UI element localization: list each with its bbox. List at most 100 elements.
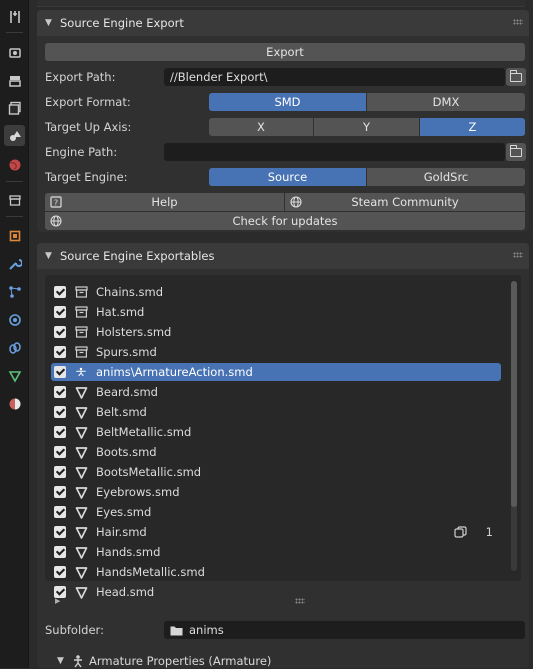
export-checkbox[interactable] [54, 366, 66, 378]
target-engine-label: Target Engine: [45, 170, 128, 184]
check-updates-button[interactable]: Check for updates [45, 212, 525, 230]
mesh-icon [74, 445, 88, 459]
export-panel-title: Source Engine Export [60, 16, 184, 30]
modifier-icon[interactable] [4, 253, 25, 274]
exportable-item[interactable]: Hands.smd [51, 543, 501, 561]
mesh-icon [74, 505, 88, 519]
armature-icon [74, 365, 88, 379]
properties-editor: ▼ Source Engine Export Export Export Pat… [29, 0, 533, 668]
help-button[interactable]: ? Help [45, 193, 284, 211]
mesh-icon [74, 545, 88, 559]
export-checkbox[interactable] [54, 426, 66, 438]
steam-community-button[interactable]: Steam Community [285, 193, 525, 211]
exportable-item-name: Hair.smd [96, 525, 147, 539]
axis-z-button[interactable]: Z [420, 118, 525, 136]
export-checkbox[interactable] [54, 466, 66, 478]
export-checkbox[interactable] [54, 486, 66, 498]
exportable-item[interactable]: Hat.smd [51, 303, 501, 321]
export-format-label: Export Format: [45, 95, 131, 109]
constraints-icon[interactable] [4, 337, 25, 358]
mesh-icon [74, 525, 88, 539]
physics-icon[interactable] [4, 309, 25, 330]
exportable-item[interactable]: Boots.smd [51, 443, 501, 461]
export-checkbox[interactable] [54, 386, 66, 398]
exportable-item[interactable]: BeltMetallic.smd [51, 423, 501, 441]
armature-icon [74, 655, 82, 668]
collection-icon [74, 305, 88, 319]
exportable-item[interactable]: Spurs.smd [51, 343, 501, 361]
mesh-icon [74, 385, 88, 399]
exportable-item[interactable]: Belt.smd [51, 403, 501, 421]
globe-icon [49, 214, 63, 228]
exportable-item[interactable]: Head.smd [51, 583, 501, 601]
exportable-item-name: Holsters.smd [96, 325, 172, 339]
exportable-item-name: Belt.smd [96, 405, 147, 419]
export-checkbox[interactable] [54, 306, 66, 318]
export-checkbox[interactable] [54, 506, 66, 518]
list-expand-icon[interactable]: ▶ [55, 597, 60, 605]
engine-path-field[interactable] [164, 143, 505, 161]
collection-icon [74, 285, 88, 299]
chevron-down-icon: ▼ [57, 656, 64, 666]
world-icon[interactable] [4, 154, 25, 175]
collection-icon[interactable] [4, 189, 25, 210]
up-axis-label: Target Up Axis: [45, 120, 132, 134]
format-smd-button[interactable]: SMD [209, 93, 366, 111]
export-path-label: Export Path: [45, 70, 116, 84]
mesh-icon [74, 565, 88, 579]
export-path-browse-button[interactable] [506, 68, 526, 86]
exportable-item[interactable]: BootsMetallic.smd [51, 463, 501, 481]
engine-path-browse-button[interactable] [506, 143, 526, 161]
exportable-item[interactable]: Beard.smd [51, 383, 501, 401]
export-checkbox[interactable] [54, 566, 66, 578]
list-scrollbar-thumb[interactable] [511, 281, 517, 507]
scene-icon[interactable] [4, 125, 25, 146]
list-resize-grip-icon[interactable] [295, 598, 305, 604]
collection-icon [74, 345, 88, 359]
exportable-item-name: BeltMetallic.smd [96, 425, 192, 439]
export-checkbox[interactable] [54, 406, 66, 418]
armature-properties-subpanel-header[interactable]: ▼ Armature Properties (Armature) [57, 653, 271, 669]
engine-source-button[interactable]: Source [209, 168, 366, 186]
list-scrollbar[interactable] [511, 281, 517, 571]
export-panel-header[interactable]: ▼ Source Engine Export [37, 10, 529, 36]
exportable-item[interactable]: Chains.smd [51, 283, 501, 301]
export-checkbox[interactable] [54, 326, 66, 338]
exportable-item[interactable]: Eyebrows.smd [51, 483, 501, 501]
output-icon[interactable] [4, 70, 25, 91]
export-checkbox[interactable] [54, 546, 66, 558]
drag-grip-icon[interactable] [513, 252, 523, 258]
exportable-item-name: Head.smd [96, 585, 155, 599]
export-checkbox[interactable] [54, 286, 66, 298]
data-icon[interactable] [4, 365, 25, 386]
texture-icon[interactable] [4, 393, 25, 414]
collection-icon [74, 325, 88, 339]
exportables-panel-header[interactable]: ▼ Source Engine Exportables [37, 243, 529, 269]
render-icon[interactable] [4, 41, 25, 62]
exportable-item[interactable]: Holsters.smd [51, 323, 501, 341]
engine-goldsrc-button[interactable]: GoldSrc [367, 168, 525, 186]
exportables-list[interactable]: Chains.smd Hat.smd Holsters.smd Spurs.smd an… [45, 275, 521, 605]
export-path-field[interactable]: //Blender Export\ [164, 68, 505, 86]
mesh-icon [74, 485, 88, 499]
exportable-item-name: anims\ArmatureAction.smd [96, 365, 253, 379]
exportable-item[interactable]: anims\ArmatureAction.smd [51, 363, 501, 381]
axis-x-button[interactable]: X [209, 118, 313, 136]
axis-y-button[interactable]: Y [314, 118, 419, 136]
tool-icon[interactable] [4, 6, 25, 27]
view-layer-icon[interactable] [4, 97, 25, 118]
export-checkbox[interactable] [54, 346, 66, 358]
exportable-item[interactable]: Hair.smd 1 [51, 523, 501, 541]
drag-grip-icon[interactable] [513, 19, 523, 25]
exportable-item-name: Eyes.smd [96, 505, 152, 519]
mesh-icon [74, 585, 88, 599]
export-checkbox[interactable] [54, 446, 66, 458]
subfolder-field[interactable]: anims [164, 621, 525, 639]
object-icon[interactable] [4, 225, 25, 246]
export-checkbox[interactable] [54, 526, 66, 538]
exportable-item[interactable]: Eyes.smd [51, 503, 501, 521]
particles-icon[interactable] [4, 281, 25, 302]
format-dmx-button[interactable]: DMX [367, 93, 525, 111]
export-button[interactable]: Export [45, 43, 525, 61]
exportable-item[interactable]: HandsMetallic.smd [51, 563, 501, 581]
